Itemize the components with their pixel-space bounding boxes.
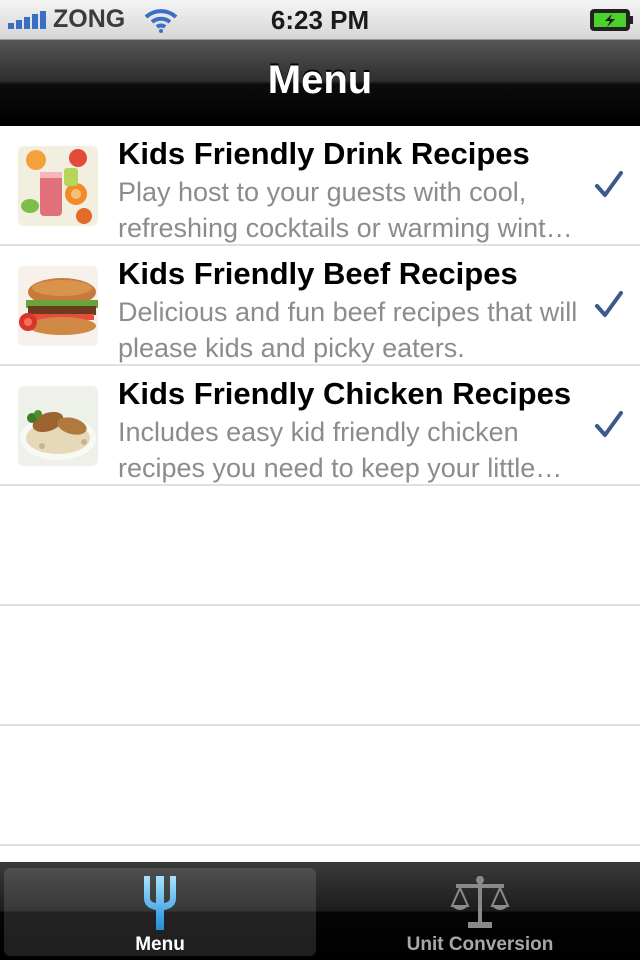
row-subtitle: Includes easy kid friendly chicken recip… [118, 417, 536, 483]
chicken-thumbnail [18, 386, 98, 466]
row-subtitle: Play host to your guests with cool, refr… [118, 177, 570, 243]
tab-label: Menu [135, 934, 185, 955]
list-item-beef-recipes[interactable]: Kids Friendly Beef Recipes Delicious and… [0, 246, 640, 366]
status-time: 6:23 PM [270, 5, 370, 35]
list-item-drink-recipes[interactable]: Kids Friendly Drink Recipes Play host to… [0, 126, 640, 246]
drinks-thumbnail [18, 146, 98, 226]
tab-unit-conversion[interactable]: Unit Conversion [324, 868, 636, 956]
burger-thumbnail [18, 266, 98, 346]
battery-icon [590, 9, 633, 31]
recipe-category-list: Kids Friendly Drink Recipes Play host to… [0, 126, 640, 862]
empty-row [0, 606, 640, 726]
fork-icon [144, 876, 176, 930]
tab-label: Unit Conversion [406, 934, 554, 955]
row-title: Kids Friendly Drink Recipes [118, 136, 530, 171]
tab-menu[interactable]: Menu [4, 868, 316, 956]
checkmark-icon [595, 171, 623, 197]
empty-row [0, 486, 640, 606]
navigation-bar: Menu [0, 40, 640, 126]
status-bar: ZONG 6:23 PM [0, 0, 640, 40]
row-title: Kids Friendly Chicken Recipes [118, 376, 572, 411]
tab-bar: Menu Unit Conversion [0, 862, 640, 960]
empty-row [0, 726, 640, 846]
row-subtitle: Delicious and fun beef recipes that will… [118, 297, 578, 363]
checkmark-icon [595, 411, 623, 437]
scale-icon [450, 876, 510, 928]
row-title: Kids Friendly Beef Recipes [118, 256, 518, 291]
page-title: Menu [267, 58, 373, 102]
list-item-chicken-recipes[interactable]: Kids Friendly Chicken Recipes Includes e… [0, 366, 640, 486]
checkmark-icon [595, 291, 623, 317]
